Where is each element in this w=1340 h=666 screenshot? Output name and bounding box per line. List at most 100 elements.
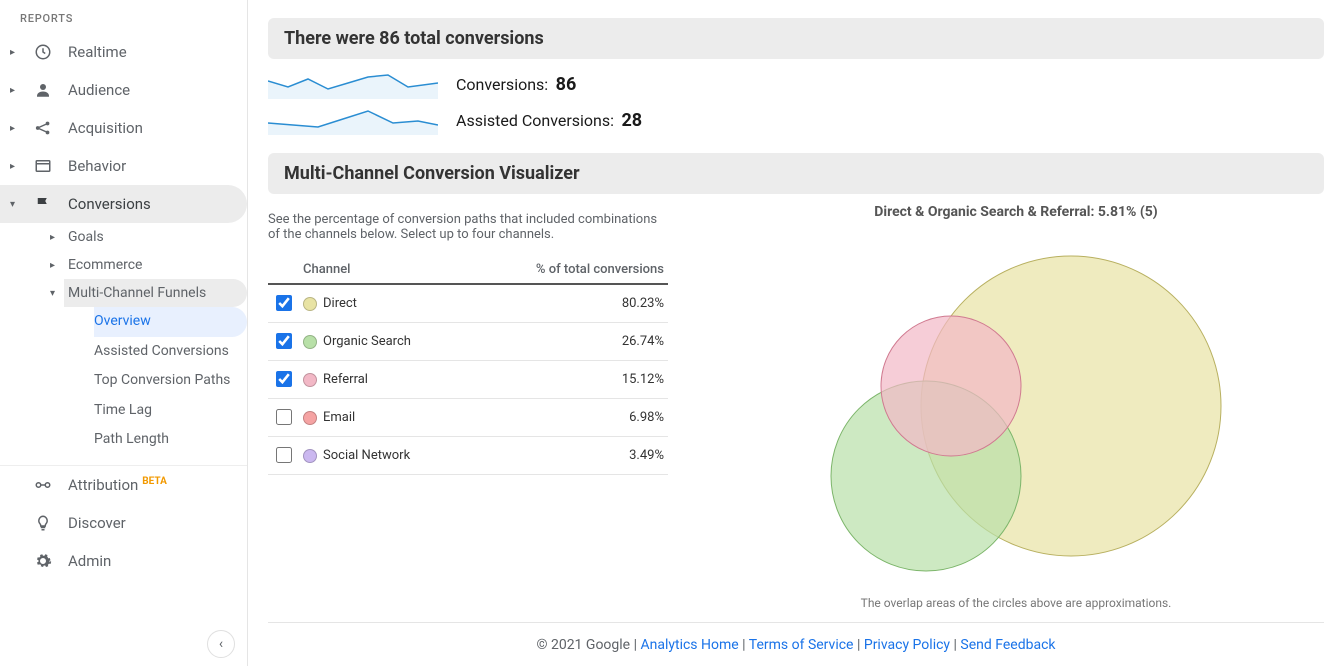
sub-item-label: Ecommerce (68, 257, 142, 273)
flag-icon (32, 195, 54, 213)
sub-item-label: Goals (68, 229, 104, 245)
sidebar-item-conversions[interactable]: ▾ Conversions (0, 185, 247, 223)
sidebar-item-ecommerce[interactable]: ▸ Ecommerce (64, 251, 247, 279)
sidebar-item-goals[interactable]: ▸ Goals (64, 223, 247, 251)
venn-circle-referral (881, 316, 1021, 456)
channel-name: Organic Search (323, 334, 411, 349)
sidebar-item-top-conversion-paths[interactable]: Top Conversion Paths (94, 366, 247, 396)
table-row: Direct 80.23% (268, 284, 668, 323)
channel-table: Channel % of total conversions Direct 80.… (268, 256, 668, 475)
sidebar-item-label: Behavior (68, 157, 126, 175)
venn-title: Direct & Organic Search & Referral: 5.81… (708, 204, 1324, 220)
caret-right-icon: ▸ (10, 161, 18, 172)
sidebar-item-path-length[interactable]: Path Length (94, 425, 247, 455)
caret-down-icon: ▾ (50, 288, 60, 299)
channel-color-dot (303, 335, 317, 349)
table-row: Email 6.98% (268, 399, 668, 437)
sidebar-item-overview[interactable]: Overview (94, 307, 247, 337)
beta-badge: BETA (142, 476, 167, 487)
channel-color-dot (303, 373, 317, 387)
gear-icon (32, 552, 54, 570)
sidebar-header: REPORTS (0, 0, 247, 33)
sidebar-item-label: Realtime (68, 43, 127, 61)
th-pct: % of total conversions (469, 256, 668, 284)
sidebar-item-realtime[interactable]: ▸ Realtime (0, 33, 247, 71)
table-row: Social Network 3.49% (268, 437, 668, 475)
sidebar-item-multi-channel-funnels[interactable]: ▾ Multi-Channel Funnels (64, 279, 247, 307)
sidebar-item-audience[interactable]: ▸ Audience (0, 71, 247, 109)
caret-right-icon: ▸ (10, 123, 18, 134)
metric-row-conversions: Conversions: 86 (268, 69, 1324, 99)
caret-right-icon: ▸ (50, 232, 60, 243)
lightbulb-icon (32, 514, 54, 532)
channel-color-dot (303, 297, 317, 311)
sidebar-item-assisted-conversions[interactable]: Assisted Conversions (94, 337, 247, 367)
sidebar-item-label: Admin (68, 552, 111, 570)
sidebar-item-label: Acquisition (68, 119, 143, 137)
metric-row-assisted: Assisted Conversions: 28 (268, 105, 1324, 135)
person-icon (32, 81, 54, 99)
mcv-subtext: See the percentage of conversion paths t… (268, 212, 668, 242)
sidebar-collapse-button[interactable]: ‹ (207, 630, 235, 658)
sidebar-item-acquisition[interactable]: ▸ Acquisition (0, 109, 247, 147)
channel-name: Social Network (323, 448, 410, 463)
conversions-label: Conversions: (456, 75, 548, 94)
attribution-icon (32, 476, 54, 494)
th-channel: Channel (299, 256, 469, 284)
assisted-label: Assisted Conversions: (456, 111, 614, 130)
sidebar-item-behavior[interactable]: ▸ Behavior (0, 147, 247, 185)
venn-diagram (806, 226, 1226, 586)
sparkline-conversions (268, 69, 438, 99)
sidebar: REPORTS ▸ Realtime ▸ Audience ▸ Acquisit… (0, 0, 248, 666)
channel-name: Referral (323, 372, 368, 387)
footer-link-privacy[interactable]: Privacy Policy (864, 637, 950, 653)
venn-note: The overlap areas of the circles above a… (708, 596, 1324, 610)
conversions-value: 86 (556, 74, 577, 95)
footer-link-terms[interactable]: Terms of Service (749, 637, 854, 653)
sidebar-item-label: Conversions (68, 195, 151, 213)
channel-table-wrap: See the percentage of conversion paths t… (268, 204, 668, 475)
main-content: There were 86 total conversions Conversi… (248, 0, 1340, 666)
channel-color-dot (303, 449, 317, 463)
table-row: Organic Search 26.74% (268, 323, 668, 361)
channel-name: Direct (323, 296, 357, 311)
channel-name: Email (323, 410, 355, 425)
channel-pct: 3.49% (469, 437, 668, 475)
footer-link-feedback[interactable]: Send Feedback (960, 637, 1055, 653)
sidebar-item-label: Audience (68, 81, 130, 99)
channel-checkbox[interactable] (276, 333, 292, 349)
window-icon (32, 157, 54, 175)
channel-pct: 15.12% (469, 361, 668, 399)
sidebar-item-label: Discover (68, 514, 126, 532)
caret-right-icon: ▸ (10, 85, 18, 96)
channel-checkbox[interactable] (276, 447, 292, 463)
sidebar-item-discover[interactable]: Discover (0, 504, 247, 542)
sparkline-assisted (268, 105, 438, 135)
sidebar-item-attribution[interactable]: AttributionBETA (0, 466, 247, 504)
sidebar-item-admin[interactable]: Admin (0, 542, 247, 580)
channel-pct: 26.74% (469, 323, 668, 361)
channel-pct: 80.23% (469, 284, 668, 323)
caret-right-icon: ▸ (10, 47, 18, 58)
channel-checkbox[interactable] (276, 295, 292, 311)
mcv-title: Multi-Channel Conversion Visualizer (268, 153, 1324, 194)
caret-right-icon: ▸ (50, 260, 60, 271)
channel-pct: 6.98% (469, 399, 668, 437)
share-icon (32, 119, 54, 137)
clock-icon (32, 43, 54, 61)
channel-checkbox[interactable] (276, 409, 292, 425)
channel-checkbox[interactable] (276, 371, 292, 387)
sub-item-label: Multi-Channel Funnels (68, 285, 206, 301)
footer-copyright: © 2021 Google (536, 637, 630, 653)
sidebar-item-label: AttributionBETA (68, 476, 167, 494)
footer: © 2021 Google | Analytics Home | Terms o… (268, 622, 1324, 666)
assisted-value: 28 (621, 110, 642, 131)
chevron-left-icon: ‹ (219, 636, 223, 652)
footer-link-analytics-home[interactable]: Analytics Home (640, 637, 738, 653)
venn-column: Direct & Organic Search & Referral: 5.81… (708, 204, 1324, 610)
table-row: Referral 15.12% (268, 361, 668, 399)
caret-down-icon: ▾ (10, 199, 18, 210)
headline-panel: There were 86 total conversions (268, 18, 1324, 59)
sidebar-item-time-lag[interactable]: Time Lag (94, 396, 247, 426)
channel-color-dot (303, 411, 317, 425)
